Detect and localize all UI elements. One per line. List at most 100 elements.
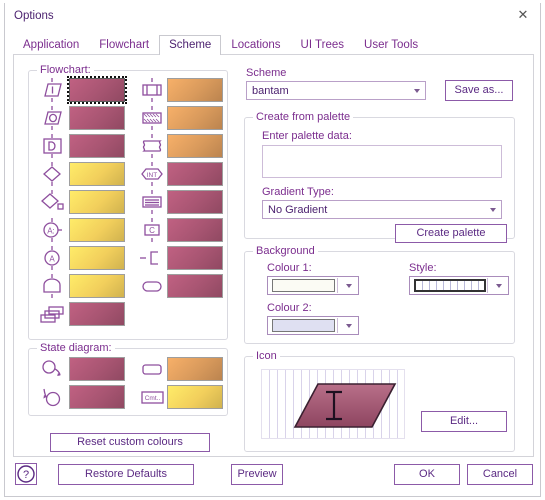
tab-strip: Application Flowchart Scheme Locations UI Tr… bbox=[5, 33, 540, 55]
edit-icon-button[interactable]: Edit... bbox=[421, 411, 507, 432]
multi-document-icon[interactable] bbox=[37, 301, 67, 327]
close-icon[interactable]: ✕ bbox=[514, 7, 532, 23]
window-title: Options bbox=[14, 10, 54, 22]
preparation-icon[interactable] bbox=[37, 273, 67, 299]
colour-swatch[interactable] bbox=[69, 190, 125, 214]
terminator-oval-icon[interactable] bbox=[137, 273, 167, 299]
state-start-icon[interactable] bbox=[37, 356, 67, 382]
parallelogram-with-text-cursor-icon bbox=[293, 383, 397, 428]
create-from-palette-group: Create from palette Enter palette data: … bbox=[244, 111, 515, 243]
chevron-down-icon bbox=[414, 88, 420, 93]
colour-swatch[interactable] bbox=[167, 385, 223, 409]
restore-defaults-button[interactable]: Restore Defaults bbox=[58, 464, 194, 485]
colour2-select[interactable] bbox=[267, 316, 359, 335]
chevron-down-icon bbox=[346, 323, 352, 328]
colour-swatch[interactable] bbox=[69, 302, 125, 326]
colour-swatch[interactable] bbox=[167, 106, 223, 130]
output-parallelogram-icon[interactable] bbox=[37, 105, 67, 131]
branch-bracket-icon[interactable] bbox=[137, 245, 167, 271]
colour-swatch[interactable] bbox=[69, 357, 125, 381]
colour-swatch[interactable] bbox=[69, 385, 125, 409]
colour-swatch[interactable] bbox=[167, 246, 223, 270]
colour1-select[interactable] bbox=[267, 276, 359, 295]
colour-swatch[interactable] bbox=[167, 218, 223, 242]
state-box-icon[interactable] bbox=[137, 356, 167, 382]
hatched-process-icon[interactable] bbox=[137, 105, 167, 131]
scheme-tab-page: Flowchart: A: A INT C State diagram: Cmt..… bbox=[13, 54, 534, 457]
flowchart-group: Flowchart: A: A INT C bbox=[28, 64, 228, 340]
state-comment-icon[interactable]: Cmt.. bbox=[137, 384, 167, 410]
palette-data-input[interactable] bbox=[262, 145, 502, 178]
background-group: Background Colour 1: Colour 2: Style: bbox=[244, 245, 515, 344]
create-from-palette-legend: Create from palette bbox=[253, 111, 354, 123]
decision-diamond-icon[interactable] bbox=[37, 161, 67, 187]
wavy-process-icon[interactable] bbox=[137, 133, 167, 159]
colour1-label: Colour 1: bbox=[267, 262, 312, 274]
colour-swatch[interactable] bbox=[167, 190, 223, 214]
colour-swatch[interactable] bbox=[69, 106, 125, 130]
svg-text:Cmt..: Cmt.. bbox=[145, 395, 161, 402]
question-mark-icon: ? bbox=[17, 465, 35, 483]
svg-text:C: C bbox=[149, 226, 155, 235]
icon-group: Icon Edit... bbox=[244, 350, 515, 452]
tab-ui-trees[interactable]: UI Trees bbox=[291, 35, 354, 55]
stacked-lines-icon[interactable] bbox=[137, 189, 167, 215]
cancel-button[interactable]: Cancel bbox=[467, 464, 533, 485]
colour-swatch[interactable] bbox=[69, 218, 125, 242]
style-select[interactable] bbox=[409, 276, 509, 295]
reset-custom-colours-button[interactable]: Reset custom colours bbox=[50, 433, 210, 452]
connector-a-colon-icon[interactable]: A: bbox=[37, 217, 67, 243]
gradient-type-value: No Gradient bbox=[268, 203, 328, 216]
gradient-type-label: Gradient Type: bbox=[262, 186, 334, 198]
colour1-swatch bbox=[272, 279, 335, 292]
decision-m-diamond-icon[interactable] bbox=[37, 189, 67, 215]
svg-text:A:: A: bbox=[47, 227, 55, 236]
tab-flowchart[interactable]: Flowchart bbox=[89, 35, 159, 55]
svg-text:INT: INT bbox=[147, 172, 158, 179]
preview-button[interactable]: Preview bbox=[231, 464, 283, 485]
chevron-down-icon bbox=[490, 207, 496, 212]
colour-swatch[interactable] bbox=[69, 134, 125, 158]
palette-data-label: Enter palette data: bbox=[262, 130, 352, 142]
colour-swatch[interactable] bbox=[167, 162, 223, 186]
comment-c-icon[interactable]: C bbox=[137, 217, 167, 243]
tab-scheme[interactable]: Scheme bbox=[159, 35, 222, 55]
options-dialog: Options ✕ Application Flowchart Scheme Loca… bbox=[4, 3, 541, 497]
interrupt-int-icon[interactable]: INT bbox=[137, 161, 167, 187]
predefined-process-icon[interactable] bbox=[137, 77, 167, 103]
scheme-select-value: bantam bbox=[252, 84, 289, 97]
gradient-type-select[interactable]: No Gradient bbox=[262, 200, 502, 219]
style-label: Style: bbox=[409, 262, 437, 274]
flowchart-group-legend: Flowchart: bbox=[37, 64, 94, 76]
scheme-select[interactable]: bantam bbox=[246, 81, 426, 100]
background-group-legend: Background bbox=[253, 245, 318, 257]
create-palette-button[interactable]: Create palette bbox=[395, 224, 507, 243]
connector-a-icon[interactable]: A bbox=[37, 245, 67, 271]
state-diagram-group-legend: State diagram: bbox=[37, 342, 115, 354]
tab-application[interactable]: Application bbox=[13, 35, 89, 55]
colour-swatch[interactable] bbox=[69, 274, 125, 298]
state-end-icon[interactable] bbox=[37, 384, 67, 410]
display-d-icon[interactable] bbox=[37, 133, 67, 159]
title-bar: Options ✕ bbox=[5, 3, 540, 32]
icon-group-legend: Icon bbox=[253, 350, 280, 362]
svg-text:A: A bbox=[49, 255, 55, 264]
save-as-button[interactable]: Save as... bbox=[445, 80, 513, 101]
colour2-label: Colour 2: bbox=[267, 302, 312, 314]
colour-swatch[interactable] bbox=[167, 357, 223, 381]
svg-text:?: ? bbox=[23, 469, 29, 481]
colour-swatch[interactable] bbox=[69, 246, 125, 270]
colour-swatch[interactable] bbox=[167, 134, 223, 158]
colour-swatch[interactable] bbox=[167, 274, 223, 298]
input-parallelogram-icon[interactable] bbox=[37, 77, 67, 103]
tab-user-tools[interactable]: User Tools bbox=[354, 35, 428, 55]
help-button[interactable]: ? bbox=[15, 463, 37, 485]
dialog-footer: ? Restore Defaults Preview OK Cancel bbox=[5, 456, 540, 496]
chevron-down-icon bbox=[346, 283, 352, 288]
scheme-label: Scheme bbox=[246, 67, 287, 79]
colour-swatch[interactable] bbox=[167, 78, 223, 102]
colour-swatch[interactable] bbox=[67, 76, 127, 104]
ok-button[interactable]: OK bbox=[394, 464, 460, 485]
tab-locations[interactable]: Locations bbox=[221, 35, 290, 55]
colour-swatch[interactable] bbox=[69, 162, 125, 186]
